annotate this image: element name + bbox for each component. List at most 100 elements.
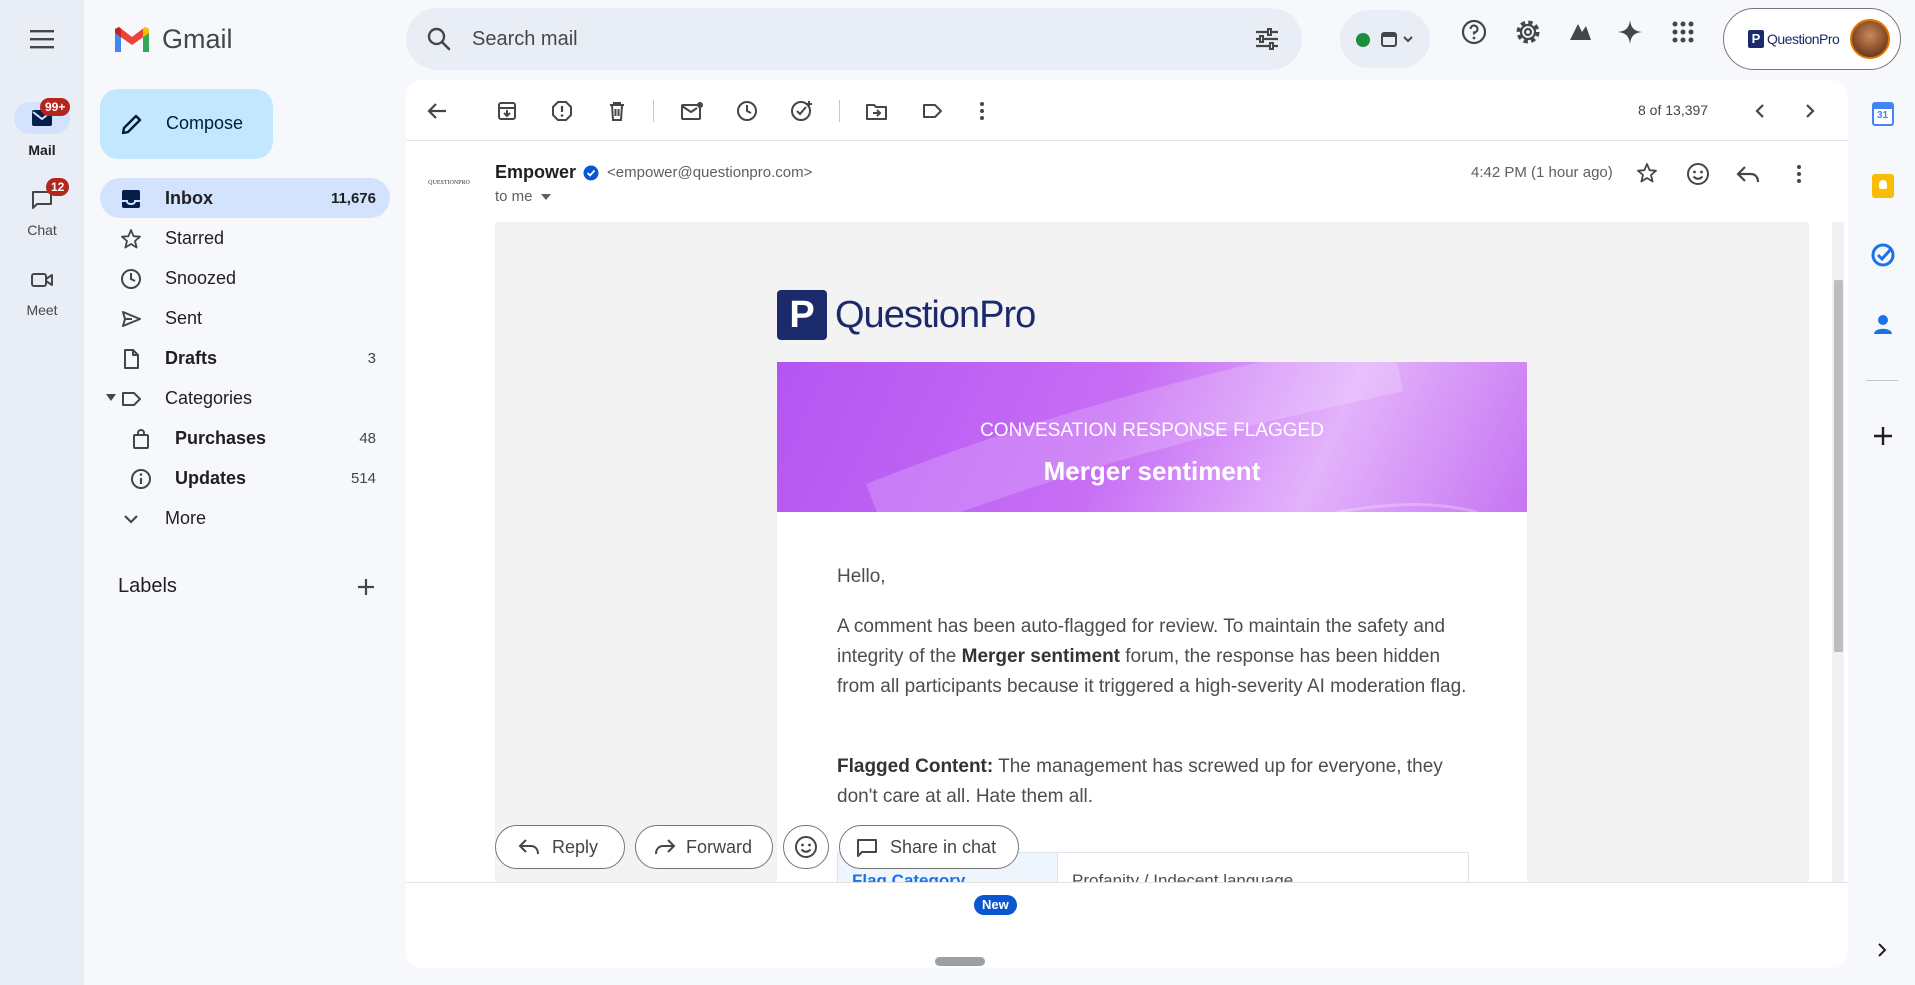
compose-button[interactable]: Compose <box>100 89 273 159</box>
banner-subtitle: CONVESATION RESPONSE FLAGGED <box>980 420 1324 441</box>
nav-categories[interactable]: Categories <box>100 378 390 418</box>
snooze-button[interactable] <box>734 98 760 124</box>
flag-banner: CONVESATION RESPONSE FLAGGED Merger sent… <box>777 362 1527 512</box>
more-vert-icon <box>980 102 984 120</box>
add-label-button[interactable] <box>354 575 378 599</box>
table-value-cell: Profanity / Indecent language <box>1072 871 1294 882</box>
contacts-app-icon[interactable] <box>1872 313 1894 335</box>
emoji-icon <box>795 836 817 858</box>
settings-gear-icon[interactable] <box>1514 18 1542 46</box>
back-button[interactable] <box>424 98 450 124</box>
toolbar-divider <box>839 100 840 122</box>
more-options-button[interactable] <box>969 98 995 124</box>
nav-label: Starred <box>165 227 225 248</box>
email-body: P QuestionPro CONVESATION RESPONSE FLAGG… <box>495 222 1809 882</box>
toolbar-divider <box>653 100 654 122</box>
nav-count: 3 <box>367 349 376 367</box>
chat-unread-badge: 12 <box>46 178 70 196</box>
nav-label: Sent <box>165 307 203 328</box>
search-input[interactable] <box>472 8 1212 70</box>
flagged-label: Flagged Content: <box>837 756 994 777</box>
forward-button[interactable]: Forward <box>635 825 773 869</box>
chevron-right-icon <box>1806 104 1815 118</box>
resize-handle[interactable] <box>935 957 985 966</box>
status-selector[interactable] <box>1340 10 1430 68</box>
caret-down-icon <box>540 193 551 200</box>
labels-button[interactable] <box>919 98 945 124</box>
account-switcher[interactable]: P QuestionPro <box>1723 8 1901 70</box>
rail-mail-label: Mail <box>28 142 56 158</box>
nav-more[interactable]: More <box>100 498 390 538</box>
nav-inbox[interactable]: Inbox 11,676 <box>100 178 390 218</box>
gemini-features-icon[interactable] <box>1566 18 1594 46</box>
send-icon <box>122 311 141 327</box>
star-button[interactable] <box>1636 162 1658 184</box>
folder-move-icon <box>866 104 887 120</box>
gmail-wordmark: Gmail <box>162 23 233 54</box>
plus-icon <box>358 579 374 595</box>
delete-button[interactable] <box>604 98 630 124</box>
nav-snoozed[interactable]: Snoozed <box>100 258 390 298</box>
archive-button[interactable] <box>494 98 520 124</box>
recipient-toggle[interactable]: to me <box>495 188 551 205</box>
report-spam-button[interactable] <box>549 98 575 124</box>
org-label: QuestionPro <box>1767 31 1840 47</box>
older-button[interactable] <box>1797 98 1823 124</box>
tasks-app-icon[interactable] <box>1871 243 1895 267</box>
nav-starred[interactable]: Starred <box>100 218 390 258</box>
newer-button[interactable] <box>1747 98 1773 124</box>
nav-purchases[interactable]: Purchases 48 <box>100 418 390 458</box>
help-icon[interactable] <box>1460 18 1488 46</box>
message-more-button[interactable] <box>1796 164 1802 184</box>
reply-icon <box>1736 166 1760 183</box>
reply-button[interactable]: Reply <box>495 825 625 869</box>
recipient-label: to me <box>495 188 533 205</box>
banner-title: Merger sentiment <box>1043 456 1261 486</box>
apps-grid-icon[interactable] <box>1669 18 1697 46</box>
sender-email: <empower@questionpro.com> <box>607 164 813 181</box>
rail-chat[interactable]: 12 Chat <box>0 178 84 244</box>
get-addons-button[interactable] <box>1872 425 1894 447</box>
main-menu-button[interactable] <box>28 28 56 50</box>
mail-unread-badge: 99+ <box>40 98 71 116</box>
sender-line: Empower <empower@questionpro.com> <box>495 162 812 183</box>
rail-mail[interactable]: 99+ Mail <box>0 98 84 162</box>
scrollbar-thumb[interactable] <box>1834 280 1843 652</box>
gemini-sparkle-icon[interactable] <box>1616 18 1644 46</box>
intro-paragraph: A comment has been auto-flagged for revi… <box>837 612 1467 702</box>
avatar <box>1850 19 1890 59</box>
info-icon <box>131 469 151 489</box>
emoji-reaction-button[interactable] <box>783 825 829 869</box>
move-to-button[interactable] <box>864 98 890 124</box>
video-icon <box>14 264 70 296</box>
search-icon[interactable] <box>426 26 452 52</box>
star-icon <box>1637 163 1657 183</box>
received-time: 4:42 PM (1 hour ago) <box>1471 164 1613 181</box>
forward-label: Forward <box>686 837 753 857</box>
nav-sent[interactable]: Sent <box>100 298 390 338</box>
nav-label: Snoozed <box>165 267 237 288</box>
expand-panel-button[interactable] <box>1876 942 1888 958</box>
keep-app-icon[interactable] <box>1872 174 1894 198</box>
add-to-tasks-button[interactable] <box>789 98 815 124</box>
questionpro-logo: P QuestionPro <box>777 290 1036 340</box>
chat-icon <box>857 839 877 857</box>
gmail-logo[interactable]: Gmail <box>112 22 233 56</box>
greeting: Hello, <box>837 566 886 587</box>
nav-label: Drafts <box>165 347 218 368</box>
gmail-m-icon <box>115 27 149 52</box>
sender-name[interactable]: Empower <box>495 162 576 183</box>
reply-icon-button[interactable] <box>1736 164 1760 184</box>
nav-label: More <box>165 507 207 528</box>
nav-count: 514 <box>350 469 376 487</box>
mark-unread-button[interactable] <box>679 98 705 124</box>
nav-drafts[interactable]: Drafts 3 <box>100 338 390 378</box>
add-reaction-button[interactable] <box>1686 162 1710 186</box>
share-in-chat-button[interactable]: Share in chat <box>839 825 1019 869</box>
rail-meet[interactable]: Meet <box>0 264 84 324</box>
label-icon <box>122 392 141 406</box>
labels-heading: Labels <box>118 575 177 597</box>
calendar-app-icon[interactable]: 31 <box>1872 102 1894 126</box>
search-options-icon[interactable] <box>1254 27 1280 51</box>
nav-updates[interactable]: Updates 514 <box>100 458 390 498</box>
